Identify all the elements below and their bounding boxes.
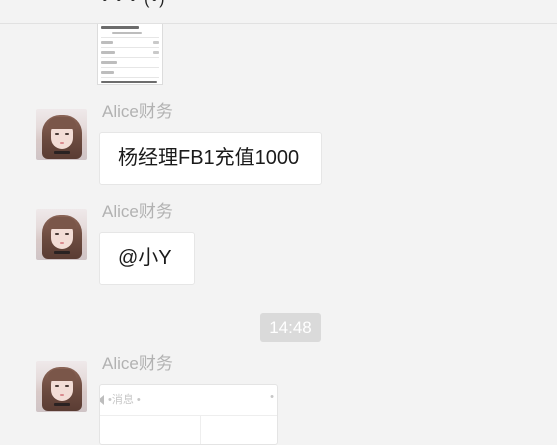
avatar-mouth — [60, 142, 64, 144]
chat-title: • • • (•) — [102, 0, 166, 9]
sender-name: Alice财务 — [102, 354, 173, 373]
thumbnail-text-line — [101, 41, 113, 44]
thumbnail-text-line — [101, 61, 117, 64]
avatar-choker — [54, 151, 70, 154]
message-text: @小Y — [118, 247, 172, 269]
message-text: 杨经理FB1充值1000 — [118, 147, 300, 169]
thumbnail-text-line — [101, 71, 114, 74]
thumbnail-divider — [101, 77, 159, 78]
card-message[interactable]: •消息 • • — [99, 384, 278, 445]
avatar-eye — [65, 385, 69, 387]
thumbnail-text-line — [101, 26, 139, 29]
avatar-mouth — [60, 394, 64, 396]
message-bubble[interactable]: @小Y — [99, 232, 195, 285]
avatar-eye — [65, 133, 69, 135]
avatar-bangs — [48, 117, 76, 129]
chat-header: • • • (•) — [0, 0, 557, 24]
avatar-eye — [65, 233, 69, 235]
avatar[interactable] — [36, 209, 87, 260]
avatar[interactable] — [36, 361, 87, 412]
avatar[interactable] — [36, 109, 87, 160]
thumbnail-value — [153, 51, 159, 54]
avatar-bangs — [48, 217, 76, 229]
avatar-bangs — [48, 369, 76, 381]
avatar-eye — [55, 133, 59, 135]
avatar-choker — [54, 403, 70, 406]
avatar-mouth — [60, 242, 64, 244]
thumbnail-text-line — [101, 81, 157, 83]
sender-name: Alice财务 — [102, 102, 173, 121]
card-divider — [200, 415, 201, 444]
message-bubble[interactable]: 杨经理FB1充值1000 — [99, 132, 322, 185]
card-header: •消息 • • — [100, 385, 277, 416]
avatar-eye — [55, 385, 59, 387]
chat-window: • • • (•) Alice财务 杨经理FB1充值1000 — [0, 0, 557, 445]
thumbnail-divider — [101, 37, 159, 38]
image-message-thumbnail[interactable] — [97, 24, 163, 85]
timestamp-badge: 14:48 — [260, 313, 321, 342]
thumbnail-divider — [101, 47, 159, 48]
avatar-eye — [55, 233, 59, 235]
thumbnail-divider — [101, 57, 159, 58]
sender-name: Alice财务 — [102, 202, 173, 221]
thumbnail-value — [153, 41, 159, 44]
card-label: •消息 • — [108, 394, 141, 406]
card-label-right: • — [270, 391, 274, 403]
thumbnail-divider — [101, 67, 159, 68]
thumbnail-text-line — [101, 51, 115, 54]
back-arrow-icon — [100, 395, 104, 405]
thumbnail-text-line — [112, 32, 142, 34]
avatar-choker — [54, 251, 70, 254]
